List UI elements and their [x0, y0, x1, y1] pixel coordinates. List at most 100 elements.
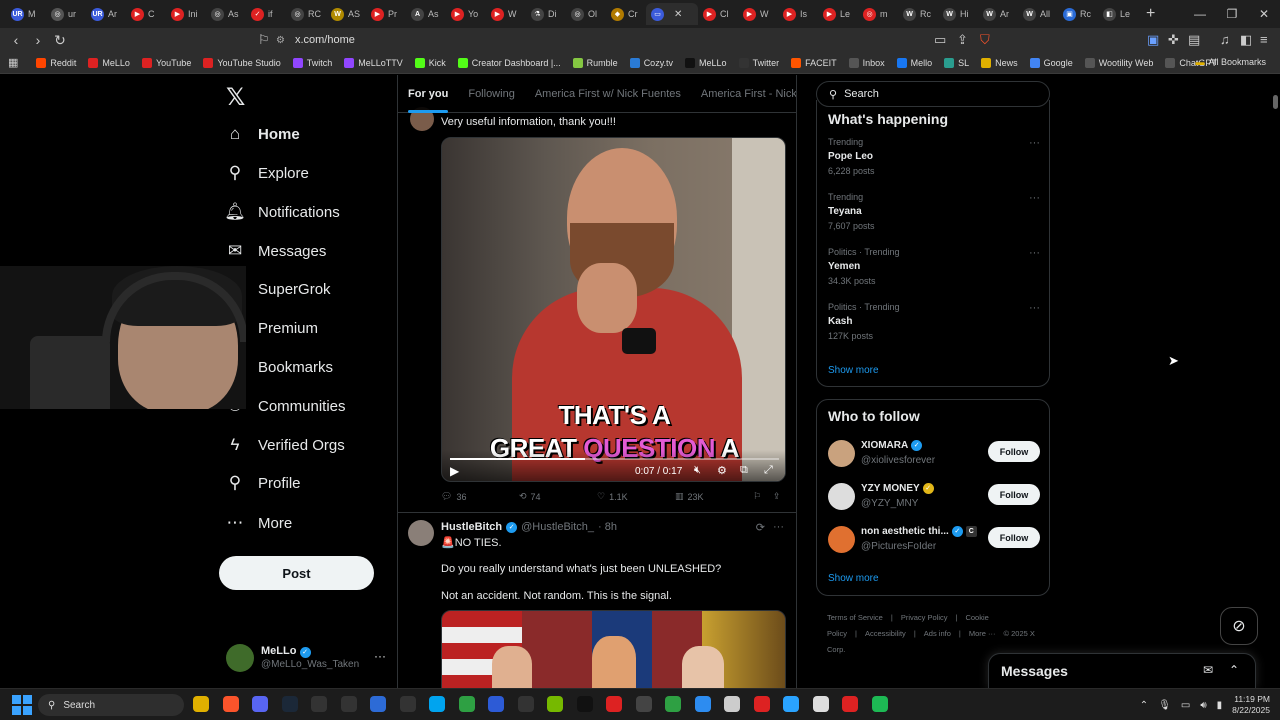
- battery-icon[interactable]: ▮: [1217, 700, 1223, 711]
- bookmark-item[interactable]: Rumble: [572, 57, 618, 68]
- new-tab-icon[interactable]: +: [1146, 5, 1155, 23]
- network-icon[interactable]: ▭: [1181, 700, 1190, 711]
- avatar[interactable]: [408, 520, 434, 546]
- edge-icon[interactable]: [429, 696, 445, 712]
- browser-tab[interactable]: ◎ ur: [46, 3, 86, 25]
- browser-tab[interactable]: ▶ W: [486, 3, 526, 25]
- nav-item-notifications[interactable]: 🔔︎ Notifications: [224, 197, 340, 227]
- more-dots-icon[interactable]: ···: [773, 521, 784, 534]
- more-dots-icon[interactable]: ···: [1029, 302, 1040, 314]
- page-scrollbar[interactable]: [1270, 75, 1280, 688]
- app-icon[interactable]: [517, 696, 534, 712]
- footer-link[interactable]: Ads info: [924, 629, 951, 638]
- site-info-icon[interactable]: ⚙: [276, 35, 285, 46]
- follow-suggestion[interactable]: XIOMARA ✓ @xiolivesforever Follow: [828, 438, 1040, 470]
- volume-icon[interactable]: 🔊︎: [1200, 700, 1206, 711]
- browser-tab[interactable]: ▶ Le: [818, 3, 858, 25]
- fullscreen-icon[interactable]: ⤢: [764, 464, 773, 477]
- more-dots-icon[interactable]: ···: [1029, 192, 1040, 204]
- browser-tab[interactable]: ◧ Le: [1098, 3, 1138, 25]
- sheets-icon[interactable]: [458, 696, 475, 712]
- avatar[interactable]: [828, 483, 855, 510]
- app-icon[interactable]: [576, 696, 593, 712]
- browser-tab[interactable]: UR M: [6, 3, 46, 25]
- follow-button[interactable]: Follow: [988, 484, 1040, 505]
- browser-tab[interactable]: ▶ Cl: [698, 3, 738, 25]
- brave-shield-icon[interactable]: ⛉: [980, 32, 990, 48]
- video-progress-bar[interactable]: [450, 458, 779, 460]
- settings-gear-icon[interactable]: ⚙: [717, 464, 727, 477]
- browser-tab[interactable]: W AS: [326, 3, 366, 25]
- play-icon[interactable]: ▶: [450, 464, 459, 478]
- browser-tab[interactable]: UR Ar: [86, 3, 126, 25]
- views-button[interactable]: ▥ 23K: [675, 491, 704, 502]
- nav-item-home[interactable]: ⌂ Home: [226, 119, 300, 149]
- microphone-icon[interactable]: 🎙︎: [1158, 700, 1171, 711]
- all-bookmarks-button[interactable]: ▬ All Bookmarks: [1195, 57, 1266, 67]
- bookmark-item[interactable]: Wootility Web: [1084, 57, 1153, 68]
- more-dots-icon[interactable]: ···: [1029, 247, 1040, 259]
- notepad-icon[interactable]: [812, 696, 829, 712]
- grok-icon[interactable]: ⊘: [1220, 607, 1258, 645]
- chevron-up-icon[interactable]: ⌃: [1229, 663, 1239, 677]
- extension-badge-icon[interactable]: ▣: [1147, 32, 1159, 48]
- extensions-icon[interactable]: ✜: [1168, 32, 1179, 48]
- more-dots-icon[interactable]: ···: [374, 649, 386, 663]
- wallet-icon[interactable]: ▤: [1188, 32, 1200, 48]
- post-button[interactable]: Post: [219, 556, 374, 590]
- x-logo-icon[interactable]: 𝕏: [226, 83, 245, 112]
- bookmark-item[interactable]: Twitter: [738, 57, 779, 68]
- bookmark-item[interactable]: YouTube Studio: [203, 57, 281, 68]
- bookmark-item[interactable]: Cozy.tv: [629, 57, 673, 68]
- file-explorer-icon[interactable]: [193, 696, 209, 712]
- cast-icon[interactable]: ▭: [934, 32, 946, 48]
- more-dots-icon[interactable]: ···: [1029, 137, 1040, 149]
- new-message-icon[interactable]: ✉: [1203, 663, 1213, 677]
- trend-item[interactable]: Politics · Trending Kash 127K posts ···: [828, 302, 1040, 341]
- bookmark-item[interactable]: Kick: [414, 57, 446, 68]
- bookmark-item[interactable]: MeLLo: [685, 57, 727, 68]
- bookmark-item[interactable]: MeLLoTTV: [344, 57, 403, 68]
- address-bar[interactable]: ⚙ x.com/home: [276, 30, 1002, 50]
- browser-tab[interactable]: ✓ if: [246, 3, 286, 25]
- nav-item-verified-orgs[interactable]: ϟ Verified Orgs: [226, 430, 345, 460]
- follow-button[interactable]: Follow: [988, 441, 1040, 462]
- back-icon[interactable]: ‹: [6, 32, 26, 48]
- snipping-icon[interactable]: [783, 696, 799, 712]
- browser-tab[interactable]: ◎ Ol: [566, 3, 606, 25]
- like-button[interactable]: ♡ 1.1K: [597, 491, 628, 502]
- bookmark-item[interactable]: SL: [944, 57, 969, 68]
- account-switcher[interactable]: MeLLo ✓ @MeLLo_Was_Taken ···: [226, 643, 386, 673]
- apps-grid-icon[interactable]: ▦: [8, 56, 18, 69]
- pip-icon[interactable]: ⧉: [740, 464, 748, 477]
- trend-item[interactable]: Trending Pope Leo 6,228 posts ···: [828, 137, 1040, 176]
- share-icon[interactable]: ⇪: [957, 32, 968, 48]
- bookmark-item[interactable]: MeLLo: [88, 57, 130, 68]
- author-name[interactable]: HustleBitch: [441, 521, 502, 533]
- browser-tab[interactable]: W All: [1018, 3, 1058, 25]
- app-icon[interactable]: [753, 696, 770, 712]
- browser-tab[interactable]: ▭ ✕: [646, 3, 698, 25]
- taskbar-search[interactable]: ⚲ Search: [38, 694, 184, 716]
- follow-suggestion[interactable]: YZY MONEY ✓ @YZY_MNY Follow: [828, 481, 1040, 513]
- avatar[interactable]: [828, 526, 855, 553]
- restore-icon[interactable]: ❐: [1216, 7, 1248, 21]
- menu-icon[interactable]: ≡: [1260, 32, 1268, 47]
- footer-link[interactable]: More ···: [969, 629, 996, 638]
- browser-tab[interactable]: W Ar: [978, 3, 1018, 25]
- browser-tab[interactable]: W Rc: [898, 3, 938, 25]
- search-input[interactable]: [844, 88, 1025, 100]
- browser-tab[interactable]: A As: [406, 3, 446, 25]
- timeline-tab[interactable]: America First - Nick Fu: [691, 75, 796, 113]
- bookmark-item[interactable]: YouTube: [141, 57, 191, 68]
- timeline-tab[interactable]: For you: [398, 75, 458, 113]
- browser-tab[interactable]: ▶ Yo: [446, 3, 486, 25]
- video-player[interactable]: THAT'S A GREAT QUESTION A ▶ 0:07 / 0:17 …: [441, 137, 786, 482]
- bookmark-item[interactable]: Reddit: [36, 57, 76, 68]
- repost-button[interactable]: ⟲ 74: [519, 491, 541, 502]
- footer-link[interactable]: Accessibility: [865, 629, 906, 638]
- browser-tab[interactable]: ▶ Ini: [166, 3, 206, 25]
- show-more-link[interactable]: Show more: [828, 365, 879, 376]
- bookmark-item[interactable]: Inbox: [848, 57, 885, 68]
- bookmark-item[interactable]: Google: [1029, 57, 1073, 68]
